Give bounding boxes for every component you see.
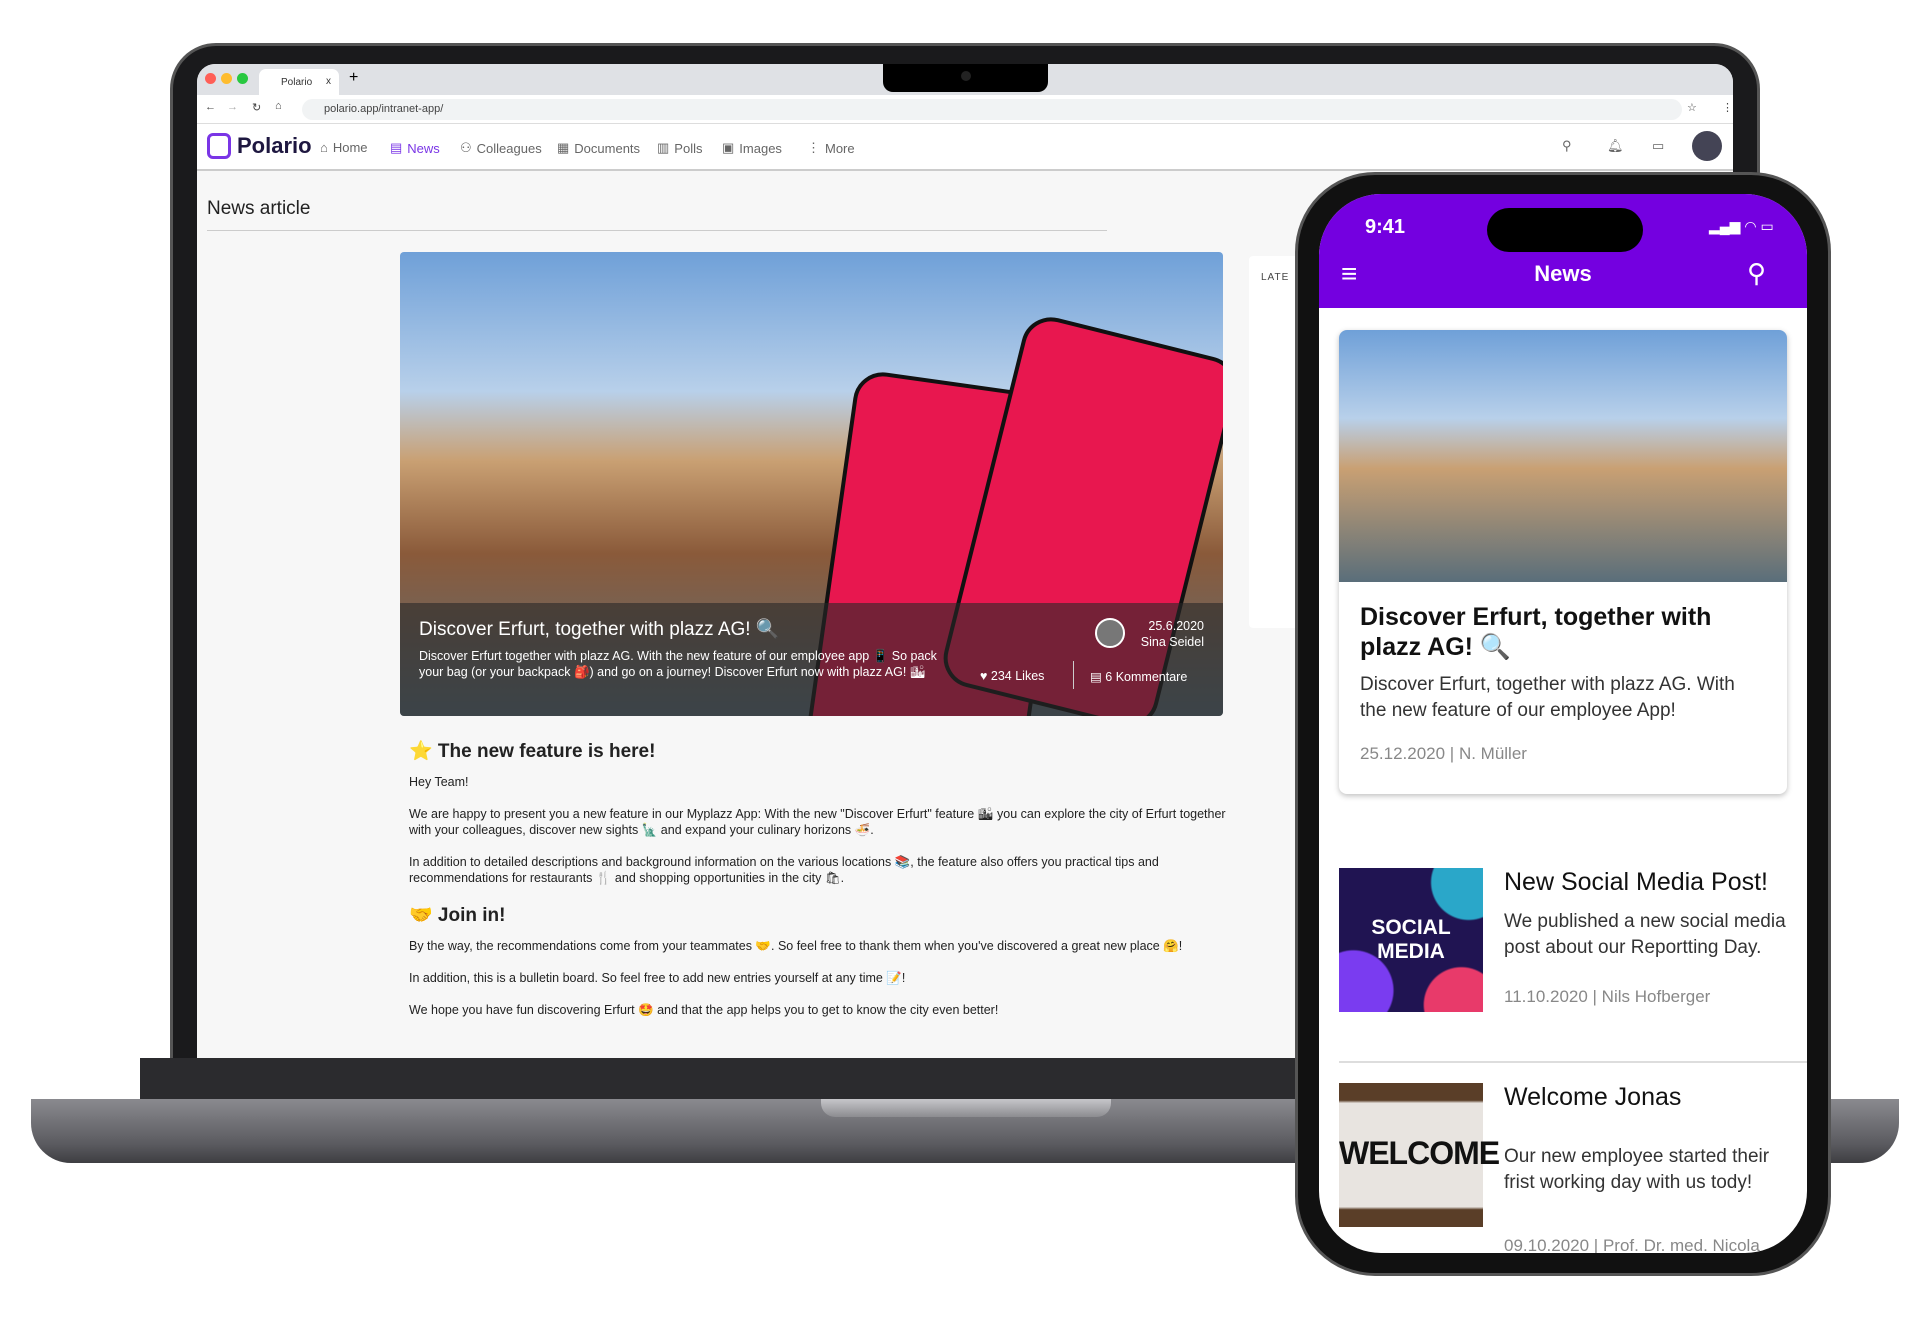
tab-close-button[interactable]: x: [326, 76, 331, 87]
nav-documents[interactable]: ▦ Documents: [557, 140, 640, 156]
paragraph: Hey Team!: [409, 775, 469, 789]
section-heading: ⭐ The new feature is here!: [409, 741, 656, 762]
hero-image[interactable]: Discover Erfurt, together with plazz AG!…: [400, 252, 1223, 716]
article-body: ⭐ The new feature is here! Hey Team! We …: [409, 741, 1229, 1034]
chat-icon[interactable]: ▭: [1652, 138, 1664, 154]
divider: [207, 230, 1107, 231]
people-icon: ⚇: [460, 140, 472, 155]
featured-text: Discover Erfurt, together with plazz AG.…: [1360, 674, 1735, 721]
app-navbar: Polario ⌂ Home ▤ News ⚇ Colleagues ▦ Documen…: [197, 124, 1733, 171]
url-input[interactable]: polario.app/intranet-app/: [302, 99, 1682, 120]
new-tab-button[interactable]: +: [349, 69, 358, 87]
document-icon: ▦: [557, 140, 570, 155]
paragraph: In addition to detailed descriptions and…: [409, 855, 1159, 885]
phone-screen: 9:41 ▂▄▆ ◠ ▭ ≡ News ⚲ Discover Erfurt, t…: [1319, 194, 1807, 1253]
author-avatar: [1095, 618, 1125, 648]
section-heading: 🤝 Join in!: [409, 905, 506, 926]
nav-images[interactable]: ▣ Images: [722, 140, 782, 156]
paragraph: We hope you have fun discovering Erfurt …: [409, 1003, 999, 1017]
welcome-thumbnail: WELCOME: [1339, 1083, 1500, 1227]
dynamic-island: [1487, 208, 1643, 252]
more-vertical-icon: ⋮: [807, 140, 820, 155]
address-bar-row: ← → ↻ ⌂ polario.app/intranet-app/ ☆ ⋮: [197, 95, 1733, 124]
nav-more[interactable]: ⋮ More: [807, 140, 855, 156]
divider: [1073, 661, 1074, 689]
divider: [1339, 1061, 1807, 1063]
app-header: 9:41 ▂▄▆ ◠ ▭ ≡ News ⚲: [1319, 194, 1807, 308]
featured-title: Discover Erfurt, together with plazz AG!…: [1360, 603, 1712, 661]
camera-notch: [883, 64, 1048, 92]
heart-icon: ♥: [980, 669, 991, 683]
comments-button[interactable]: ▤ 6 Kommentare: [1090, 669, 1187, 684]
nav-news[interactable]: ▤ News: [390, 140, 440, 156]
hero-text: Discover Erfurt together with plazz AG. …: [419, 649, 937, 679]
item-meta: 09.10.2020 | Prof. Dr. med. Nicola: [1504, 1236, 1760, 1253]
close-window-button[interactable]: [205, 73, 216, 84]
panel-heading: LATE: [1261, 272, 1290, 283]
polario-logo[interactable]: Polario: [207, 133, 312, 159]
item-title: New Social Media Post!: [1504, 868, 1769, 896]
status-icons: ▂▄▆ ◠ ▭: [1709, 218, 1774, 234]
item-text: Our new employee started their frist wor…: [1504, 1146, 1770, 1193]
browser-menu-icon[interactable]: ⋮: [1722, 101, 1733, 114]
browser-tab[interactable]: Polario x: [259, 69, 339, 95]
nav-polls[interactable]: ▥ Polls: [657, 140, 702, 156]
tab-title: Polario: [281, 77, 313, 88]
item-title: Welcome Jonas: [1504, 1083, 1682, 1111]
status-time: 9:41: [1365, 216, 1406, 238]
maximize-window-button[interactable]: [237, 73, 248, 84]
featured-news-card[interactable]: Discover Erfurt, together with plazz AG!…: [1339, 330, 1787, 794]
nav-colleagues[interactable]: ⚇ Colleagues: [460, 140, 542, 156]
comment-icon: ▤: [1090, 670, 1106, 684]
avatar[interactable]: [1692, 131, 1722, 161]
paragraph: We are happy to present you a new featur…: [409, 807, 1226, 837]
paragraph: In addition, this is a bulletin board. S…: [409, 971, 906, 985]
search-icon[interactable]: ⚲: [1747, 258, 1766, 289]
social-media-thumbnail: SOCIAL MEDIA: [1339, 868, 1483, 1012]
featured-meta: 25.12.2020 | N. Müller: [1360, 744, 1527, 763]
likes-button[interactable]: ♥ 234 Likes: [980, 669, 1044, 683]
search-icon[interactable]: ⚲: [1562, 138, 1572, 154]
image-icon: ▣: [722, 140, 735, 155]
paragraph: By the way, the recommendations come fro…: [409, 939, 1183, 953]
page-title: News article: [207, 198, 311, 219]
hero-overlay: Discover Erfurt, together with plazz AG!…: [400, 603, 1223, 716]
hero-title[interactable]: Discover Erfurt, together with plazz AG!…: [419, 617, 780, 641]
bookmark-star-icon[interactable]: ☆: [1687, 101, 1697, 114]
item-meta: 11.10.2020 | Nils Hofberger: [1504, 987, 1711, 1006]
item-text: We published a new social media post abo…: [1504, 911, 1786, 958]
screen-title: News: [1534, 261, 1592, 286]
hero-date: 25.6.2020: [1148, 619, 1204, 633]
back-icon[interactable]: ←: [205, 101, 216, 113]
home-icon: ⌂: [320, 140, 328, 155]
nav-home[interactable]: ⌂ Home: [320, 140, 368, 155]
bell-icon[interactable]: 🔔︎: [1607, 138, 1624, 154]
forward-icon[interactable]: →: [227, 101, 238, 113]
home-icon[interactable]: ⌂: [275, 100, 282, 112]
featured-image: [1339, 330, 1787, 582]
news-icon: ▤: [390, 140, 403, 155]
reload-icon[interactable]: ↻: [252, 101, 261, 114]
hero-author: Sina Seidel: [1140, 635, 1204, 649]
bar-chart-icon: ▥: [657, 140, 670, 155]
minimize-window-button[interactable]: [221, 73, 232, 84]
